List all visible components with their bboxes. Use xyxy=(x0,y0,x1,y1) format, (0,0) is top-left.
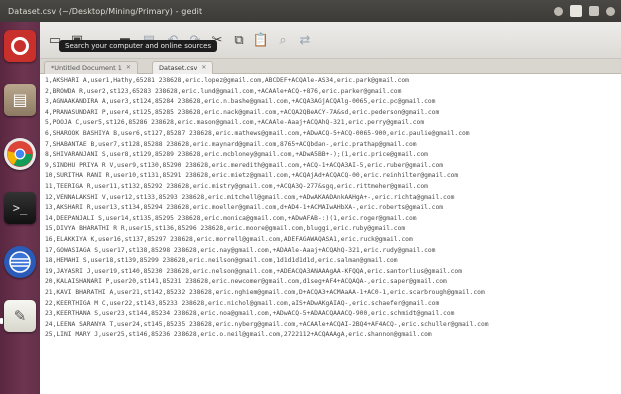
tab-untitled-document[interactable]: *Untitled Document 1 ✕ xyxy=(44,61,138,74)
window-title: Dataset.csv (~/Desktop/Mining/Primary) -… xyxy=(8,6,203,16)
text-line: 12,VENNALAKSHI V,user12,st133,85293 2386… xyxy=(45,193,455,201)
network-icon[interactable] xyxy=(554,6,563,16)
text-line: 20,KALAISHANARI P,user20,st141,85231 238… xyxy=(45,278,447,286)
find-icon[interactable]: ⌕ xyxy=(274,31,292,49)
active-app-indicator xyxy=(0,318,3,324)
text-line: 3,AGNAAKANDIRA A,user3,st124,85284 23862… xyxy=(45,98,436,106)
text-line: 7,SHABANTAE B,user7,st128,85288 238628,e… xyxy=(45,140,417,148)
text-line: 15,DIVYA BHARATHI R R,user15,st136,85296… xyxy=(45,225,406,233)
text-line: 19,JAYASRI J,user19,st140,85230 238628,e… xyxy=(45,267,463,275)
tab-label: Dataset.csv xyxy=(159,64,198,72)
text-line: 10,SURITHA RANI R,user10,st131,85291 238… xyxy=(45,172,459,180)
volume-icon[interactable] xyxy=(606,6,615,16)
launcher: ▤ >_ ✎ xyxy=(0,22,41,394)
copy-icon[interactable]: ⧉ xyxy=(230,31,248,49)
desktop-screen: Dataset.csv (~/Desktop/Mining/Primary) -… xyxy=(0,0,621,394)
text-line: 2,BROWDA R,user2,st123,65283 238628,eric… xyxy=(45,87,402,95)
tab-bar: *Untitled Document 1 ✕ Dataset.csv ✕ xyxy=(40,59,621,74)
globe-lines-icon xyxy=(9,251,31,273)
dash-home-icon[interactable] xyxy=(4,30,36,62)
folder-icon: ▤ xyxy=(12,90,28,109)
gedit-window: ▭ ▣ ▬ ▤ ↶ ↷ ✂ ⧉ 📋 ⌕ ⇄ Search your comput… xyxy=(40,22,621,394)
close-icon[interactable]: ✕ xyxy=(201,62,206,74)
text-line: 9,SINDHU PRIYA R V,user9,st130,85290 238… xyxy=(45,161,444,169)
text-line: 23,KEERTHANA S,user23,st144,85234 238628… xyxy=(45,310,455,318)
text-line: 18,HEMAHI S,user18,st139,85299 238628,er… xyxy=(45,257,398,265)
launcher-tooltip: Search your computer and online sources xyxy=(59,40,218,52)
text-line: 1,AKSHARI A,user1,Hathy,65281 238628,eri… xyxy=(45,77,409,84)
text-editor-icon[interactable]: ✎ xyxy=(4,300,36,332)
terminal-prompt-icon: >_ xyxy=(12,201,28,215)
text-line: 6,SHAROOK BASHIYA B,user6,st127,85287 23… xyxy=(45,130,470,137)
terminal-icon[interactable]: >_ xyxy=(4,192,36,224)
globe-app-icon[interactable] xyxy=(4,246,36,278)
text-view[interactable]: 1,AKSHARI A,user1,Hathy,65281 238628,eri… xyxy=(40,74,621,394)
keyboard-icon[interactable] xyxy=(570,5,582,17)
text-line: 17,GOWASIAGA S,user17,st138,85298 238628… xyxy=(45,246,436,254)
files-folder-icon[interactable]: ▤ xyxy=(4,84,36,116)
text-line: 8,SHIVARANJANI S,user8,st129,85289 23862… xyxy=(45,151,428,159)
close-icon[interactable]: ✕ xyxy=(126,62,131,74)
tab-label: *Untitled Document 1 xyxy=(51,64,122,72)
text-line: 24,LEENA SARANYA T,user24,st145,85235 23… xyxy=(45,320,489,328)
paste-icon[interactable]: 📋 xyxy=(252,31,270,49)
pencil-icon: ✎ xyxy=(13,306,27,325)
chrome-browser-icon[interactable] xyxy=(4,138,36,170)
top-panel: Dataset.csv (~/Desktop/Mining/Primary) -… xyxy=(0,0,621,22)
text-line: 4,PRANASUNDARI P,user4,st125,85285 23862… xyxy=(45,108,440,116)
text-line: 16,ELAKKIYA K,user16,st137,85297 238628,… xyxy=(45,236,413,243)
replace-icon[interactable]: ⇄ xyxy=(296,31,314,49)
battery-icon[interactable] xyxy=(589,6,599,16)
text-line: 11,TEERIGA R,user11,st132,85292 238628,e… xyxy=(45,183,428,190)
tab-dataset-csv[interactable]: Dataset.csv ✕ xyxy=(152,61,214,74)
toolbar: ▭ ▣ ▬ ▤ ↶ ↷ ✂ ⧉ 📋 ⌕ ⇄ Search your comput… xyxy=(40,22,621,59)
text-line: 25,LINI MARY J,user25,st146,85236 238628… xyxy=(45,331,432,339)
text-line: 13,AKSHARI R,user13,st134,85294 238628,e… xyxy=(45,204,444,212)
indicator-area xyxy=(554,0,615,22)
text-line: 14,DEEPANJALI S,user14,st135,85295 23862… xyxy=(45,214,417,222)
text-line: 22,KEERTHIGA M C,user22,st143,85233 2386… xyxy=(45,299,440,307)
text-line: 5,POOJA C,user5,st126,85286 238628,eric.… xyxy=(45,119,425,127)
chrome-logo-icon xyxy=(7,141,33,167)
dash-ring-icon xyxy=(11,37,29,55)
text-line: 21,KAVI BHARATHI A,user21,st142,85232 23… xyxy=(45,289,485,296)
